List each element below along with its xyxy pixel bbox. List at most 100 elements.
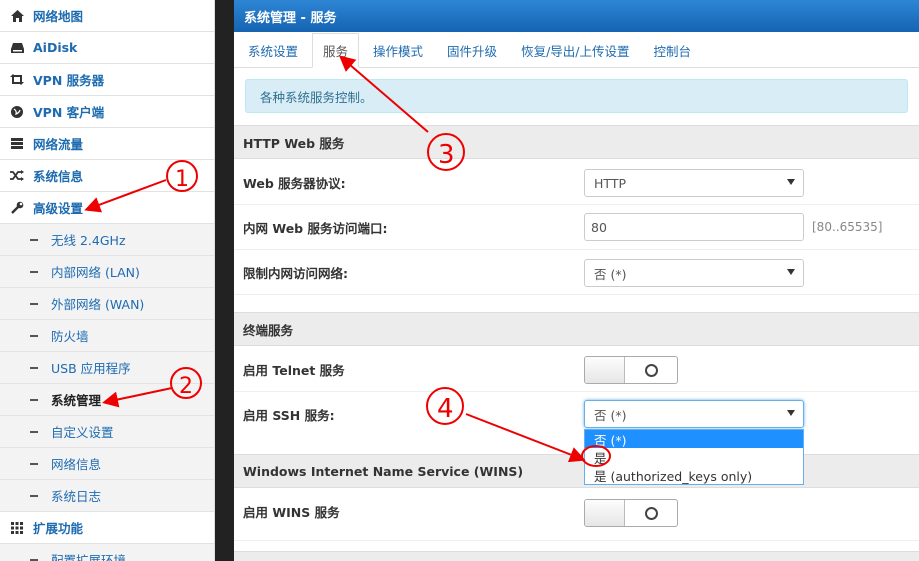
sidebar-item-network-map[interactable]: 网络地图 xyxy=(0,0,214,32)
sidebar-subitem-ext-env[interactable]: 配置扩展环境 xyxy=(0,544,214,561)
caret-down-icon xyxy=(787,410,795,416)
dash-icon xyxy=(30,462,38,465)
restrict-network-select[interactable]: 否 (*) xyxy=(584,259,804,287)
toggle-handle xyxy=(585,357,625,383)
page-title: 系统管理 - 服务 xyxy=(234,0,919,32)
dash-icon xyxy=(30,270,38,273)
main-panel: 系统管理 - 服务 系统设置 服务 操作模式 固件升级 恢复/导出/上传设置 控… xyxy=(234,0,919,561)
sidebar-item-advanced[interactable]: 高级设置 xyxy=(0,192,214,224)
sidebar-item-label: VPN 客户端 xyxy=(33,105,105,120)
dash-icon xyxy=(30,334,38,337)
web-protocol-select[interactable]: HTTP xyxy=(584,169,804,197)
sidebar-subitem-administration[interactable]: 系统管理 xyxy=(0,384,214,416)
dash-icon xyxy=(30,558,38,561)
sidebar-item-label: 扩展功能 xyxy=(33,521,84,536)
tab-console[interactable]: 控制台 xyxy=(644,33,702,67)
retweet-icon xyxy=(10,73,24,87)
tab-restore-settings[interactable]: 恢复/导出/上传设置 xyxy=(511,33,639,67)
dash-icon xyxy=(30,494,38,497)
dash-icon xyxy=(30,366,38,369)
section-wins: Windows Internet Name Service (WINS) xyxy=(234,454,919,488)
sidebar-subitem-wan[interactable]: 外部网络 (WAN) xyxy=(0,288,214,320)
web-protocol-value: HTTP xyxy=(594,175,626,191)
web-port-input[interactable]: 80 xyxy=(584,213,804,241)
layout-gutter xyxy=(215,0,234,561)
tasks-icon xyxy=(10,137,24,151)
ssh-label: 启用 SSH 服务: xyxy=(243,408,335,423)
toggle-off-icon xyxy=(645,507,658,520)
sidebar-subitem-label: 系统日志 xyxy=(51,489,102,504)
globe-icon xyxy=(10,105,24,119)
section-terminal: 终端服务 xyxy=(234,312,919,346)
sidebar-subitem-label: 配置扩展环境 xyxy=(51,553,127,561)
tab-system-settings[interactable]: 系统设置 xyxy=(238,33,308,67)
sidebar-subitem-label: 外部网络 (WAN) xyxy=(51,297,145,312)
dash-icon xyxy=(30,430,38,433)
sidebar-subitem-label: 防火墙 xyxy=(51,329,89,344)
sidebar-subitem-label: USB 应用程序 xyxy=(51,361,131,376)
sidebar-item-label: VPN 服务器 xyxy=(33,73,105,88)
restrict-network-label: 限制内网访问网络: xyxy=(243,266,348,281)
restrict-network-value: 否 (*) xyxy=(594,266,627,282)
ssh-dropdown-list: 否 (*) 是 是 (authorized_keys only) xyxy=(584,429,804,485)
tab-operation-mode[interactable]: 操作模式 xyxy=(363,33,433,67)
ssh-option-yes[interactable]: 是 xyxy=(585,448,803,466)
caret-down-icon xyxy=(787,179,795,185)
sidebar-subitem-netinfo[interactable]: 网络信息 xyxy=(0,448,214,480)
th-icon xyxy=(10,521,24,535)
sidebar-subitem-wireless[interactable]: 无线 2.4GHz xyxy=(0,224,214,256)
tab-services[interactable]: 服务 xyxy=(312,33,360,68)
sidebar-subitem-label: 无线 2.4GHz xyxy=(51,233,126,248)
sidebar-item-label: 网络地图 xyxy=(33,9,84,24)
ssh-select[interactable]: 否 (*) xyxy=(584,400,804,428)
sidebar-subitem-syslog[interactable]: 系统日志 xyxy=(0,480,214,512)
home-icon xyxy=(10,9,24,23)
sidebar-subitem-usb[interactable]: USB 应用程序 xyxy=(0,352,214,384)
sidebar-subitem-lan[interactable]: 内部网络 (LAN) xyxy=(0,256,214,288)
dash-icon xyxy=(30,302,38,305)
wins-toggle[interactable] xyxy=(584,499,678,527)
row-web-protocol: Web 服务器协议: HTTP xyxy=(234,160,919,205)
toggle-handle xyxy=(585,500,625,526)
sidebar-subitem-firewall[interactable]: 防火墙 xyxy=(0,320,214,352)
sidebar: 网络地图 AiDisk VPN 服务器 VPN 客户端 网络流量 系统信息 高级… xyxy=(0,0,215,561)
caret-down-icon xyxy=(787,269,795,275)
sidebar-item-label: AiDisk xyxy=(33,40,78,55)
sidebar-item-vpn-client[interactable]: VPN 客户端 xyxy=(0,96,214,128)
sidebar-item-aidisk[interactable]: AiDisk xyxy=(0,32,214,64)
row-web-port: 内网 Web 服务访问端口: 80 [80..65535] xyxy=(234,205,919,250)
sidebar-item-system-info[interactable]: 系统信息 xyxy=(0,160,214,192)
row-ssh: 启用 SSH 服务: 否 (*) xyxy=(234,392,919,437)
row-telnet: 启用 Telnet 服务 xyxy=(234,347,919,392)
web-protocol-label: Web 服务器协议: xyxy=(243,176,346,191)
ssh-value: 否 (*) xyxy=(594,407,627,423)
sidebar-item-label: 网络流量 xyxy=(33,137,84,152)
telnet-toggle[interactable] xyxy=(584,356,678,384)
ssh-option-yes-keys[interactable]: 是 (authorized_keys only) xyxy=(585,466,803,484)
dash-icon xyxy=(30,398,38,401)
sidebar-item-vpn-server[interactable]: VPN 服务器 xyxy=(0,64,214,96)
sidebar-subitem-label: 内部网络 (LAN) xyxy=(51,265,140,280)
row-restrict-network: 限制内网访问网络: 否 (*) xyxy=(234,250,919,295)
telnet-label: 启用 Telnet 服务 xyxy=(243,363,345,378)
dash-icon xyxy=(30,238,38,241)
web-port-range: [80..65535] xyxy=(812,220,883,234)
hdd-icon xyxy=(10,41,24,55)
content-area: 各种系统服务控制。 HTTP Web 服务 Web 服务器协议: HTTP 内网… xyxy=(234,68,919,561)
sidebar-subitem-custom[interactable]: 自定义设置 xyxy=(0,416,214,448)
sidebar-item-traffic[interactable]: 网络流量 xyxy=(0,128,214,160)
sidebar-subitem-label: 自定义设置 xyxy=(51,425,114,440)
ssh-option-no[interactable]: 否 (*) xyxy=(585,430,803,448)
section-next xyxy=(234,551,919,561)
info-alert: 各种系统服务控制。 xyxy=(245,79,908,113)
tab-firmware-upgrade[interactable]: 固件升级 xyxy=(437,33,507,67)
section-http: HTTP Web 服务 xyxy=(234,125,919,159)
sidebar-item-extensions[interactable]: 扩展功能 xyxy=(0,512,214,544)
sidebar-item-label: 高级设置 xyxy=(33,201,84,216)
sidebar-item-label: 系统信息 xyxy=(33,169,84,184)
tab-bar: 系统设置 服务 操作模式 固件升级 恢复/导出/上传设置 控制台 xyxy=(234,32,919,68)
wrench-icon xyxy=(10,201,24,215)
wins-label: 启用 WINS 服务 xyxy=(243,505,340,520)
toggle-off-icon xyxy=(645,364,658,377)
row-wins: 启用 WINS 服务 xyxy=(234,489,919,541)
